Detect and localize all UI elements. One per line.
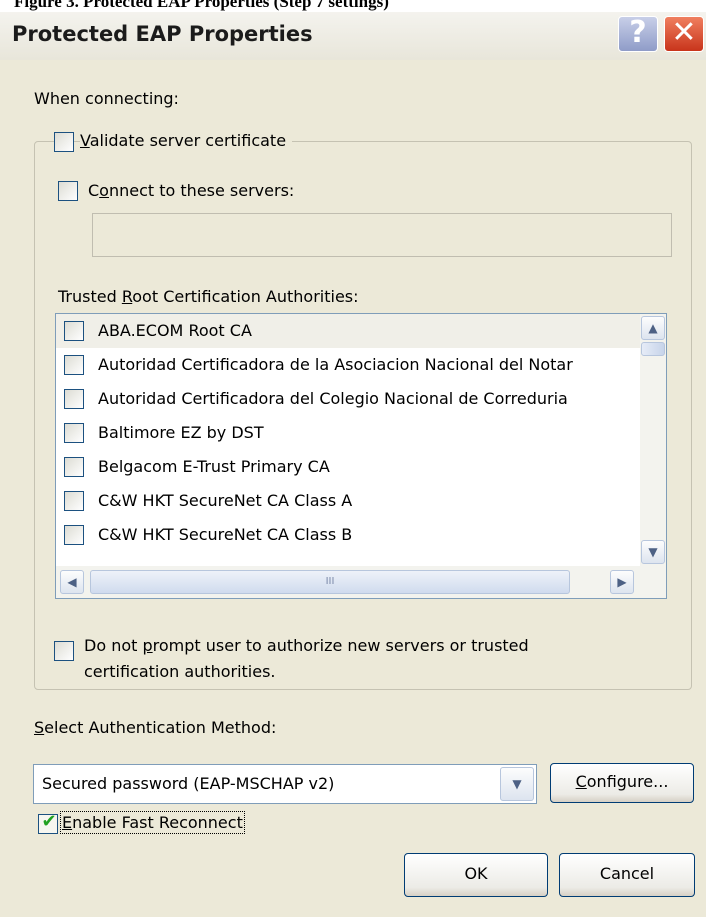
list-item[interactable]: Autoridad Certificadora del Colegio Naci… (56, 382, 640, 416)
connect-to-servers-label[interactable]: Connect to these servers: (88, 181, 294, 200)
grip-icon: III (325, 576, 335, 587)
ca-checkbox[interactable] (64, 491, 84, 511)
scroll-down-button[interactable]: ▼ (641, 540, 665, 564)
servers-input[interactable] (92, 213, 672, 257)
close-icon: ✕ (671, 15, 697, 50)
chevron-right-icon: ▶ (617, 575, 627, 589)
list-item[interactable]: C&W HKT SecureNet CA Class B (56, 518, 640, 552)
close-button[interactable]: ✕ (664, 16, 704, 52)
ca-checkbox[interactable] (64, 525, 84, 545)
auth-method-value: Secured password (EAP-MSCHAP v2) (42, 774, 335, 793)
protected-eap-properties-dialog: Protected EAP Properties ? ✕ When connec… (0, 12, 706, 917)
list-item[interactable]: ABA.ECOM Root CA (56, 314, 640, 348)
list-item[interactable]: Autoridad Certificadora de la Asociacion… (56, 348, 640, 382)
scroll-left-button[interactable]: ◀ (60, 570, 84, 594)
title-bar: Protected EAP Properties ? ✕ (0, 12, 706, 60)
scroll-up-button[interactable]: ▲ (641, 316, 665, 340)
ca-checkbox[interactable] (64, 457, 84, 477)
dropdown-button[interactable]: ▼ (500, 767, 534, 801)
help-icon: ? (629, 15, 647, 50)
do-not-prompt-checkbox[interactable] (54, 641, 74, 661)
chevron-up-icon: ▲ (648, 321, 658, 335)
trusted-root-label: Trusted Root Certification Authorities: (58, 287, 359, 306)
ca-checkbox[interactable] (64, 355, 84, 375)
ca-name: Baltimore EZ by DST (98, 423, 264, 442)
ca-name: Autoridad Certificadora del Colegio Naci… (98, 389, 568, 408)
window-title: Protected EAP Properties (12, 22, 313, 46)
vertical-scroll-thumb[interactable] (641, 342, 665, 356)
ca-name: C&W HKT SecureNet CA Class B (98, 525, 353, 544)
validate-server-certificate-checkbox[interactable] (54, 132, 74, 152)
cancel-button[interactable]: Cancel (559, 853, 695, 897)
auth-method-label: Select Authentication Method: (34, 718, 277, 737)
horizontal-scroll-thumb[interactable]: III (90, 570, 570, 594)
validate-server-certificate-label[interactable]: Validate server certificate (80, 131, 293, 150)
do-not-prompt-label[interactable]: Do not prompt user to authorize new serv… (84, 636, 529, 655)
list-item[interactable]: Belgacom E-Trust Primary CA (56, 450, 640, 484)
ca-name: Autoridad Certificadora de la Asociacion… (98, 355, 573, 374)
chevron-down-icon: ▼ (512, 777, 522, 791)
list-item[interactable]: C&W HKT SecureNet CA Class A (56, 484, 640, 518)
chevron-left-icon: ◀ (67, 575, 77, 589)
ca-checkbox[interactable] (64, 423, 84, 443)
horizontal-scrollbar[interactable]: ◀ III ▶ (56, 566, 666, 598)
enable-fast-reconnect-label[interactable]: Enable Fast Reconnect (60, 811, 245, 834)
vertical-scrollbar[interactable]: ▲ ▼ (640, 314, 666, 566)
trusted-root-ca-list[interactable]: ABA.ECOM Root CA Autoridad Certificadora… (55, 313, 667, 599)
ca-checkbox[interactable] (64, 321, 84, 341)
configure-button[interactable]: Configure... (550, 763, 694, 803)
chevron-down-icon: ▼ (648, 545, 658, 559)
ca-name: Belgacom E-Trust Primary CA (98, 457, 330, 476)
auth-method-select[interactable]: Secured password (EAP-MSCHAP v2) ▼ (33, 764, 537, 804)
ca-name: ABA.ECOM Root CA (98, 321, 252, 340)
enable-fast-reconnect-checkbox[interactable]: ✔ (38, 811, 58, 834)
list-item[interactable]: Baltimore EZ by DST (56, 416, 640, 450)
scroll-right-button[interactable]: ▶ (610, 570, 634, 594)
when-connecting-label: When connecting: (34, 89, 179, 108)
checkmark-icon: ✔ (41, 811, 57, 832)
figure-caption: Figure 3. Protected EAP Properties (Step… (14, 0, 389, 11)
ok-button[interactable]: OK (404, 853, 548, 897)
do-not-prompt-label-line2[interactable]: certification authorities. (84, 662, 276, 681)
ca-name: C&W HKT SecureNet CA Class A (98, 491, 353, 510)
connect-to-servers-checkbox[interactable] (58, 181, 78, 201)
ca-checkbox[interactable] (64, 389, 84, 409)
help-button[interactable]: ? (618, 16, 658, 52)
